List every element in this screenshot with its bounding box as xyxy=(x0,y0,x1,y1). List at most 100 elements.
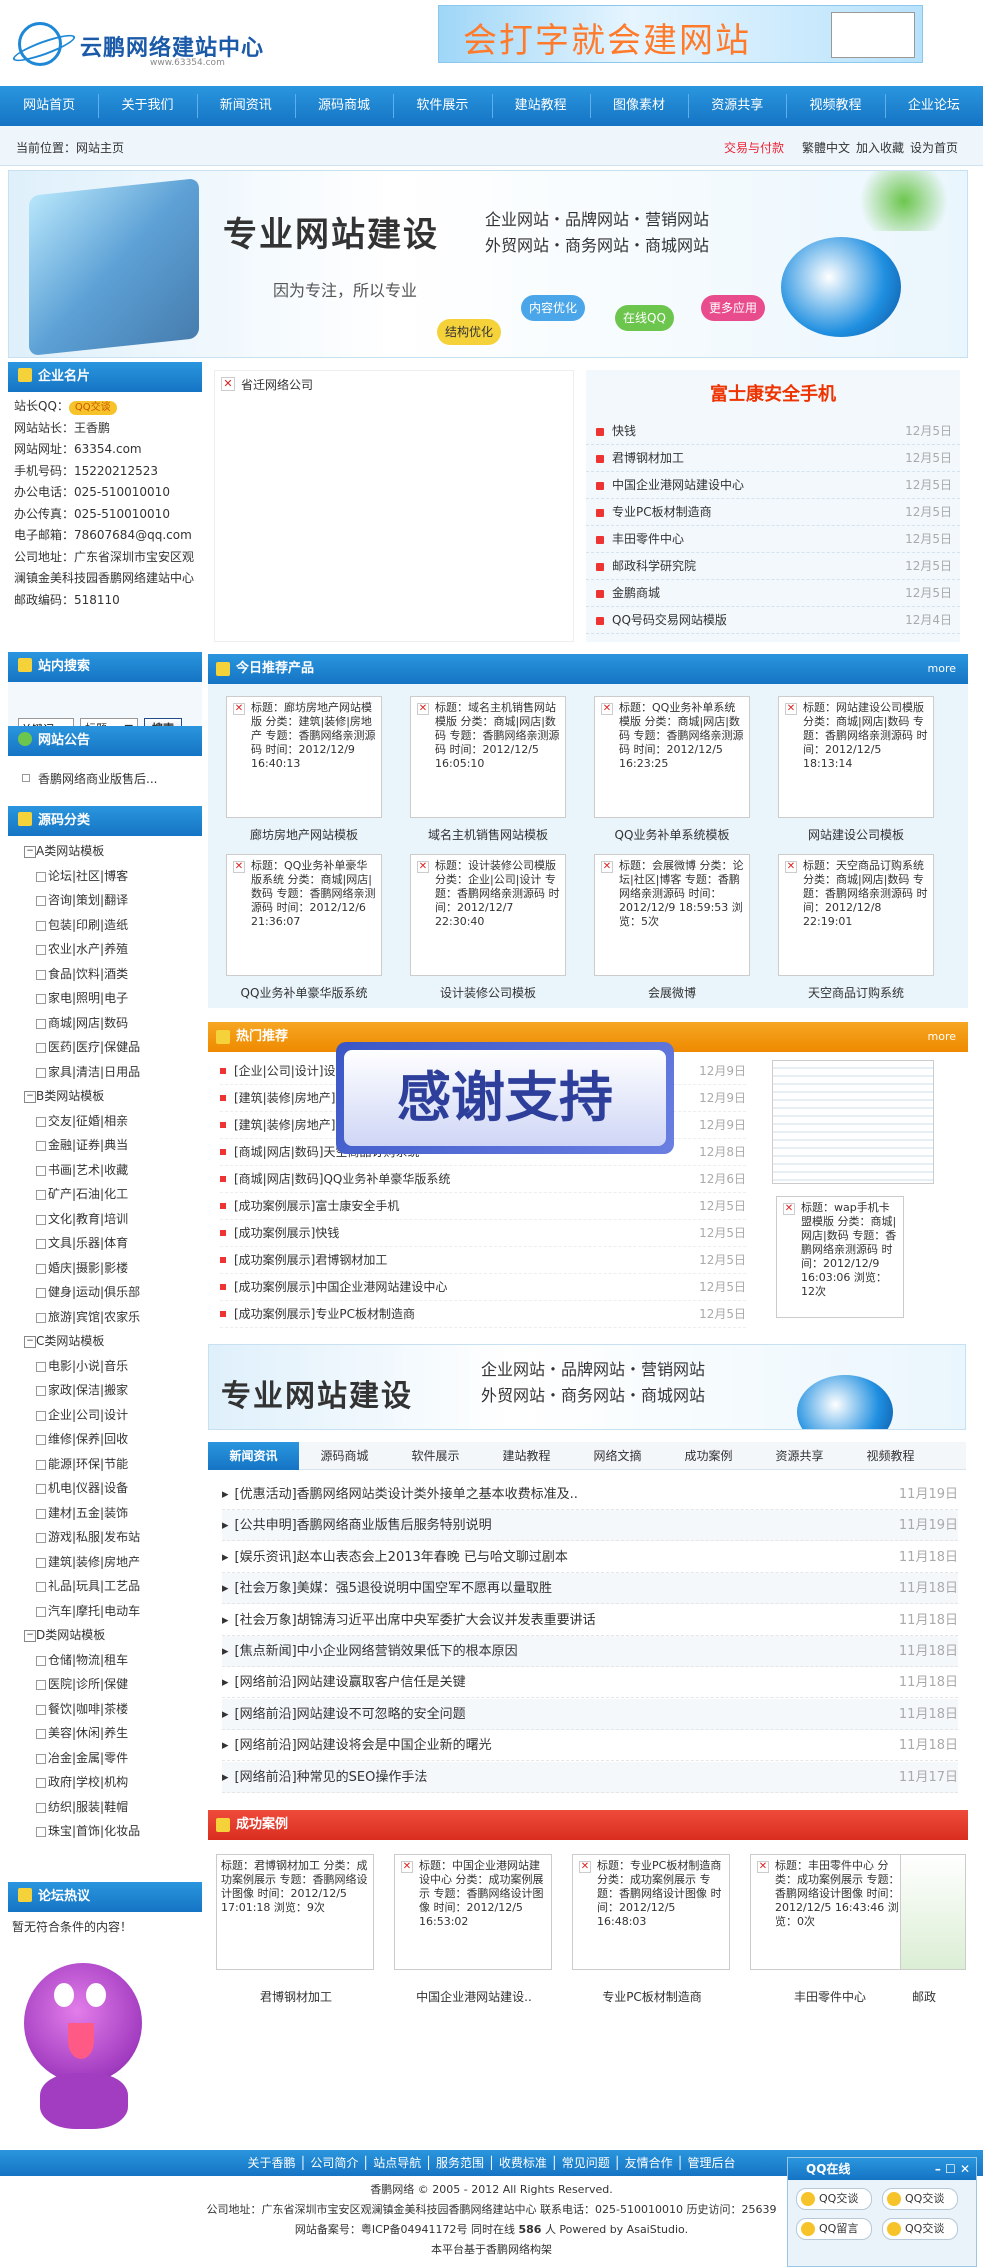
promo-row[interactable]: 邮政科学研究院 12月5日 xyxy=(586,553,960,580)
category-item[interactable]: 咨询|策划|翻译 xyxy=(8,888,202,913)
category-item[interactable]: 美容|休闲|养生 xyxy=(8,1721,202,1746)
add-favorite-link[interactable]: 加入收藏 xyxy=(856,139,904,156)
nav-item-1[interactable]: 关于我们 xyxy=(98,86,196,126)
trade-link[interactable]: 交易与付款 xyxy=(724,139,784,156)
tab-3[interactable]: 建站教程 xyxy=(481,1442,572,1470)
tab-7[interactable]: 视频教程 xyxy=(845,1442,936,1470)
notice-item[interactable]: 香鹏网络商业版售后... xyxy=(8,756,202,800)
hot-row[interactable]: [成功案例展示]君博钢材加工 12月5日 xyxy=(220,1247,746,1274)
news-row[interactable]: ▸ [网络前沿]网站建设不可忽略的安全问题 11月18日 xyxy=(222,1698,958,1730)
case-caption[interactable]: 专业PC板材制造商 xyxy=(572,1988,732,2005)
product-caption[interactable]: 设计装修公司模板 xyxy=(408,984,568,1001)
category-item[interactable]: 汽车|摩托|电动车 xyxy=(8,1599,202,1624)
category-item[interactable]: 建材|五金|装饰 xyxy=(8,1501,202,1526)
category-item[interactable]: 论坛|社区|博客 xyxy=(8,864,202,889)
product-caption[interactable]: 廊坊房地产网站模板 xyxy=(224,826,384,843)
news-row[interactable]: ▸ [社会万象]美媒：强5退役说明中国空军不愿再以量取胜 11月18日 xyxy=(222,1573,958,1605)
hero-banner[interactable]: 专业网站建设 因为专注，所以专业 企业网站・品牌网站・营销网站 外贸网站・商务网… xyxy=(8,170,968,358)
hot-row[interactable]: [商城|网店|数码]QQ业务补单豪华版系统 12月6日 xyxy=(220,1166,746,1193)
promo-row[interactable]: QQ号码交易网站模版 12月4日 xyxy=(586,607,960,634)
category-item[interactable]: 餐饮|咖啡|茶楼 xyxy=(8,1697,202,1722)
product-card[interactable]: ✕ 标题：网站建设公司模版 分类：商城|网店|数码 专题：香鹏网络亲测源码 时间：… xyxy=(778,696,934,818)
news-row[interactable]: ▸ [网络前沿]网站建设将会是中国企业新的曙光 11月18日 xyxy=(222,1730,958,1762)
thanks-overlay[interactable]: 感谢支持 xyxy=(336,1042,674,1154)
category-item[interactable]: 企业|公司|设计 xyxy=(8,1403,202,1428)
product-card[interactable]: ✕ 标题：QQ业务补单豪华版系统 分类：商城|网店|数码 专题：香鹏网络亲测源码 … xyxy=(226,854,382,976)
news-row[interactable]: ▸ [网络前沿]网站建设赢取客户信任是关键 11月18日 xyxy=(222,1667,958,1699)
case-caption[interactable]: 君博钢材加工 xyxy=(216,1988,376,2005)
category-item[interactable]: 政府|学校|机构 xyxy=(8,1770,202,1795)
category-item[interactable]: 交友|征婚|相亲 xyxy=(8,1109,202,1134)
nav-item-7[interactable]: 资源共享 xyxy=(688,86,786,126)
product-card[interactable]: ✕ 标题：域名主机销售网站模版 分类：商城|网店|数码 专题：香鹏网络亲测源码 时… xyxy=(410,696,566,818)
case-card[interactable]: ✕ 标题：丰田零件中心 分类：成功案例展示 专题：香鹏网络设计图像 时间：2012… xyxy=(750,1854,908,1970)
product-caption[interactable]: 会展微博 xyxy=(592,984,752,1001)
qq-chat-button-1[interactable]: QQ交谈 xyxy=(796,2188,872,2210)
category-item[interactable]: 婚庆|摄影|影楼 xyxy=(8,1256,202,1281)
category-item[interactable]: 家电|照明|电子 xyxy=(8,986,202,1011)
category-item[interactable]: 能源|环保|节能 xyxy=(8,1452,202,1477)
news-row[interactable]: ▸ [社会万象]胡锦涛习近平出席中央军委扩大会议并发表重要讲话 11月18日 xyxy=(222,1605,958,1636)
category-item[interactable]: 机电|仪器|设备 xyxy=(8,1476,202,1501)
category-item[interactable]: 医药|医疗|保健品 xyxy=(8,1035,202,1060)
nav-item-6[interactable]: 图像素材 xyxy=(590,86,688,126)
promo-row[interactable]: 中国企业港网站建设中心 12月5日 xyxy=(586,472,960,499)
nav-item-8[interactable]: 视频教程 xyxy=(786,86,884,126)
hot-row[interactable]: [成功案例展示]快钱 12月5日 xyxy=(220,1220,746,1247)
category-item[interactable]: 维修|保养|回收 xyxy=(8,1427,202,1452)
product-card[interactable]: ✕ 标题：会展微博 分类：论坛|社区|博客 专题：香鹏网络亲测源码 时间：2012… xyxy=(594,854,750,976)
nav-item-0[interactable]: 网站首页 xyxy=(0,86,98,126)
nav-item-2[interactable]: 新闻资讯 xyxy=(197,86,295,126)
news-row[interactable]: ▸ [公共申明]香鹏网络商业版售后服务特别说明 11月19日 xyxy=(222,1510,958,1542)
hot-row[interactable]: [成功案例展示]富士康安全手机 12月5日 xyxy=(220,1193,746,1220)
case-thumbnail[interactable] xyxy=(900,1854,966,1970)
category-group[interactable]: B类网站模板 xyxy=(8,1084,202,1109)
footer-links-text[interactable]: 关于香鹏 │ 公司简介 │ 站点导航 │ 服务范围 │ 收费标准 │ 常见问题 … xyxy=(248,2156,736,2170)
tab-0[interactable]: 新闻资讯 xyxy=(208,1442,299,1470)
category-item[interactable]: 矿产|石油|化工 xyxy=(8,1182,202,1207)
case-card[interactable]: ✕ 标题：中国企业港网站建设中心 分类：成功案例展示 专题：香鹏网络设计图像 时间… xyxy=(394,1854,552,1970)
close-icon[interactable]: – ☐ ✕ xyxy=(935,2158,970,2180)
tab-6[interactable]: 资源共享 xyxy=(754,1442,845,1470)
product-card[interactable]: ✕ 标题：廊坊房地产网站模版 分类：建筑|装修|房地产 专题：香鹏网络亲测源码 时… xyxy=(226,696,382,818)
category-item[interactable]: 书画|艺术|收藏 xyxy=(8,1158,202,1183)
tab-5[interactable]: 成功案例 xyxy=(663,1442,754,1470)
today-more-link[interactable]: more xyxy=(928,654,957,684)
category-group[interactable]: A类网站模板 xyxy=(8,839,202,864)
category-item[interactable]: 建筑|装修|房地产 xyxy=(8,1550,202,1575)
product-caption[interactable]: QQ业务补单系统模板 xyxy=(592,826,752,843)
qq-chat-button[interactable]: QQ交谈 xyxy=(68,401,117,415)
news-row[interactable]: ▸ [网络前沿]种常见的SEO操作手法 11月17日 xyxy=(222,1761,958,1793)
category-group[interactable]: C类网站模板 xyxy=(8,1329,202,1354)
category-item[interactable]: 食品|饮料|酒类 xyxy=(8,962,202,987)
qq-message-button[interactable]: QQ留言 xyxy=(796,2218,872,2240)
product-caption[interactable]: 域名主机销售网站模板 xyxy=(408,826,568,843)
news-row[interactable]: ▸ [焦点新闻]中小企业网络营销效果低下的根本原因 11月18日 xyxy=(222,1636,958,1667)
promo-title[interactable]: 富士康安全手机 xyxy=(586,370,960,418)
qq-chat-button-2[interactable]: QQ交谈 xyxy=(882,2188,958,2210)
product-caption[interactable]: 网站建设公司模板 xyxy=(776,826,936,843)
product-card[interactable]: ✕ 标题：天空商品订购系统 分类：商城|网店|数码 专题：香鹏网络亲测源码 时间：… xyxy=(778,854,934,976)
lang-link[interactable]: 繁體中文 xyxy=(802,139,850,156)
qq-chat-button-3[interactable]: QQ交谈 xyxy=(882,2218,958,2240)
category-item[interactable]: 家具|清洁|日用品 xyxy=(8,1060,202,1085)
nav-item-9[interactable]: 企业论坛 xyxy=(885,86,983,126)
case-card[interactable]: ✕ 标题：专业PC板材制造商 分类：成功案例展示 专题：香鹏网络设计图像 时间：2… xyxy=(572,1854,730,1970)
case-card[interactable]: 标题：君博钢材加工 分类：成功案例展示 专题：香鹏网络设计图像 时间：2012/… xyxy=(216,1854,374,1970)
promo-row[interactable]: 金鹏商城 12月5日 xyxy=(586,580,960,607)
category-item[interactable]: 纺织|服装|鞋帽 xyxy=(8,1795,202,1820)
hot-side-card[interactable]: ✕ 标题：wap手机卡盟模版 分类：商城|网店|数码 专题：香鹏网络亲测源码 时间… xyxy=(776,1196,904,1318)
case-caption[interactable]: 中国企业港网站建设.. xyxy=(394,1988,554,2005)
nav-item-5[interactable]: 建站教程 xyxy=(492,86,590,126)
site-logo[interactable]: 云鹏网络建站中心 www.63354.com xyxy=(18,18,278,78)
tab-1[interactable]: 源码商城 xyxy=(299,1442,390,1470)
category-item[interactable]: 商城|网店|数码 xyxy=(8,1011,202,1036)
promo-row[interactable]: 君博钢材加工 12月5日 xyxy=(586,445,960,472)
hot-more-link[interactable]: more xyxy=(928,1022,957,1052)
product-caption[interactable]: QQ业务补单豪华版系统 xyxy=(224,984,384,1001)
promo-row[interactable]: 专业PC板材制造商 12月5日 xyxy=(586,499,960,526)
hot-row[interactable]: [成功案例展示]中国企业港网站建设中心 12月5日 xyxy=(220,1274,746,1301)
category-item[interactable]: 金融|证券|典当 xyxy=(8,1133,202,1158)
set-home-link[interactable]: 设为首页 xyxy=(910,139,958,156)
news-row[interactable]: ▸ [娱乐资讯]赵本山表态会上2013年春晚 已与哈文聊过剧本 11月18日 xyxy=(222,1542,958,1573)
